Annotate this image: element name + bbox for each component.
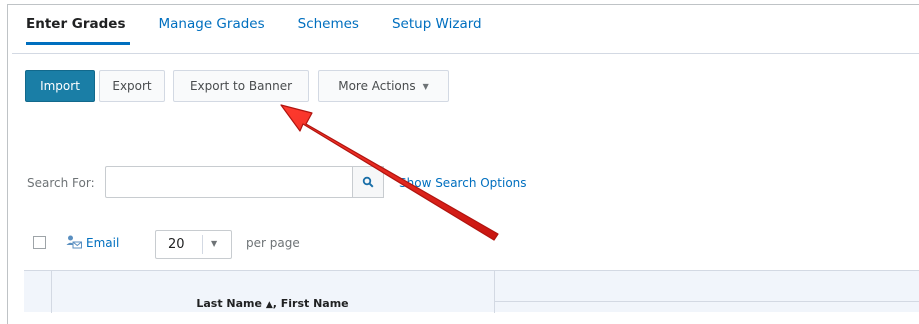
sort-last-name-link[interactable]: Last Name — [196, 297, 262, 310]
select-column-header — [24, 271, 52, 313]
email-link[interactable]: Email — [86, 236, 119, 250]
search-input[interactable] — [105, 166, 353, 198]
chevron-down-icon: ▼ — [211, 239, 218, 248]
export-button-label: Export — [112, 79, 152, 93]
active-tab-indicator — [26, 42, 130, 45]
select-all-checkbox[interactable] — [33, 236, 46, 249]
name-column-label: Last Name ▲, First Name — [51, 297, 494, 310]
search-icon — [362, 176, 374, 188]
grades-table-header: Last Name ▲, First Name — [24, 270, 919, 313]
chevron-down-icon: ▼ — [422, 81, 429, 91]
per-page-label: per page — [246, 236, 300, 250]
sort-ascending-icon: ▲ — [265, 300, 273, 310]
import-button-label: Import — [40, 79, 80, 93]
sort-first-name-link[interactable]: , First Name — [273, 297, 349, 310]
import-button[interactable]: Import — [25, 70, 95, 102]
export-button[interactable]: Export — [99, 70, 165, 102]
more-actions-button[interactable]: More Actions ▼ — [318, 70, 449, 102]
per-page-value: 20 — [168, 237, 185, 252]
tab-schemes[interactable]: Schemes — [298, 16, 359, 32]
show-search-options-link[interactable]: Show Search Options — [399, 176, 527, 190]
tab-manage-grades[interactable]: Manage Grades — [159, 16, 265, 32]
tab-setup-wizard[interactable]: Setup Wizard — [392, 16, 482, 32]
name-column-header[interactable]: Last Name ▲, First Name — [51, 271, 495, 313]
search-label: Search For: — [27, 176, 95, 190]
grades-tab-bar: Enter Grades Manage Grades Schemes Setup… — [26, 16, 515, 32]
per-page-select[interactable]: 20 ▼ — [155, 230, 232, 259]
grade-columns-divider — [494, 301, 919, 302]
tab-bar-divider — [12, 53, 919, 54]
email-icon[interactable] — [66, 234, 82, 250]
more-actions-label: More Actions — [338, 79, 416, 93]
tab-enter-grades[interactable]: Enter Grades — [26, 16, 126, 32]
select-divider — [202, 235, 203, 254]
search-button[interactable] — [353, 166, 384, 198]
export-to-banner-label: Export to Banner — [189, 79, 293, 93]
export-to-banner-button[interactable]: Export to Banner — [173, 70, 309, 102]
